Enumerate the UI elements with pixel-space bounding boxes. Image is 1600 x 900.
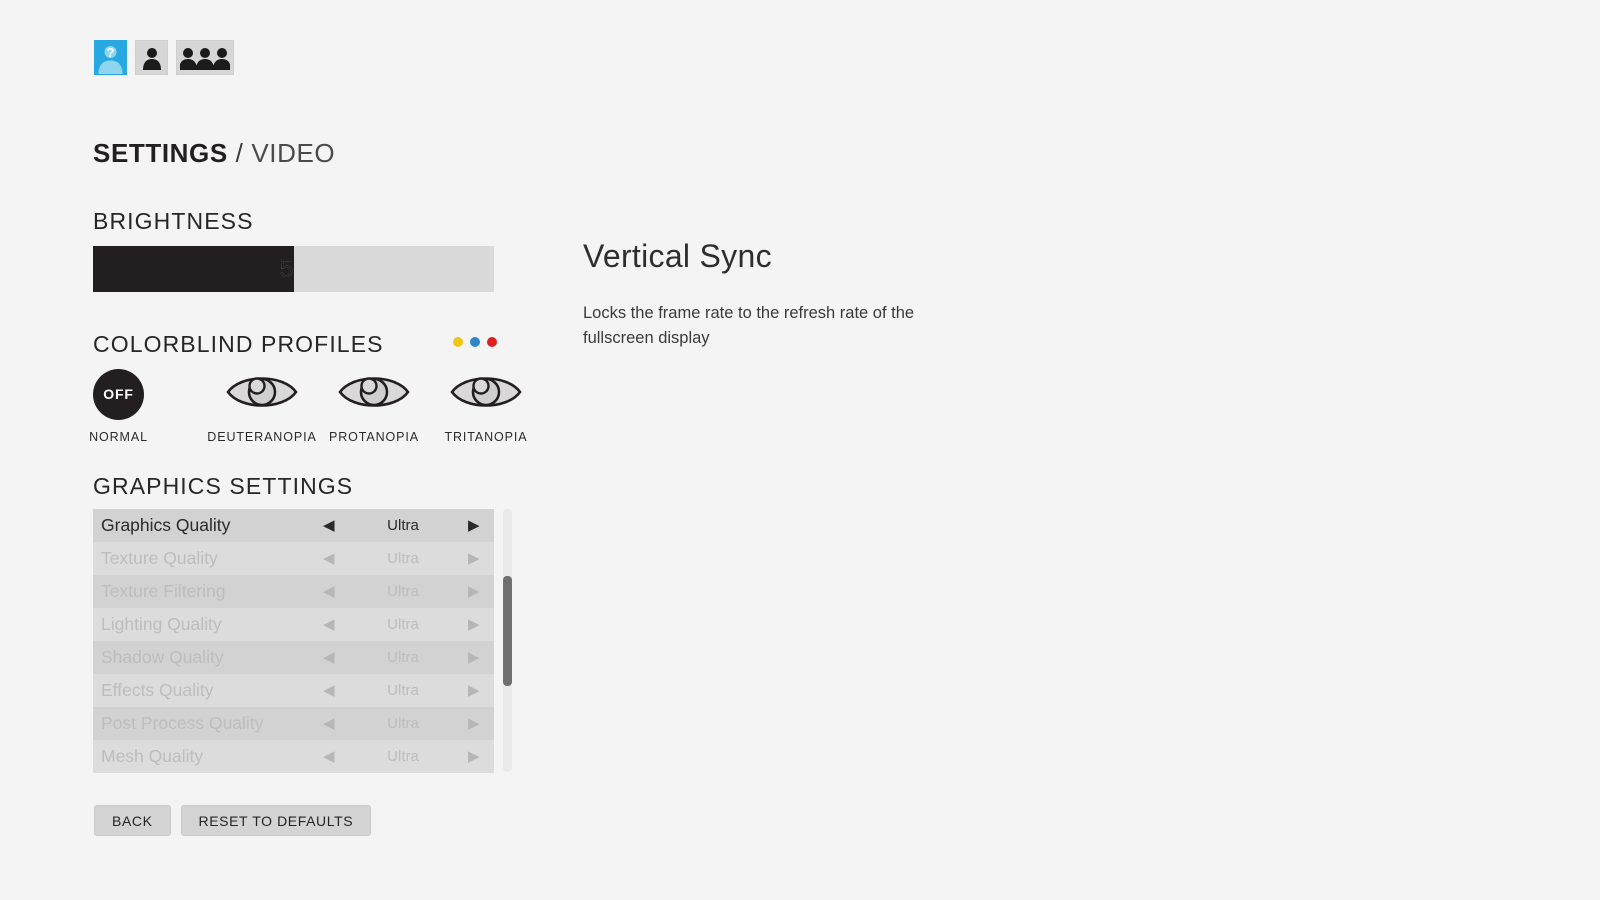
prev-value-arrow-icon[interactable]: ◀ [323, 683, 335, 698]
next-value-arrow-icon[interactable]: ▶ [468, 617, 480, 632]
graphics-list-scrollbar[interactable] [503, 509, 512, 772]
profile-tile-multiplayer[interactable] [176, 40, 234, 75]
brightness-value-dark: 50 [279, 254, 294, 283]
next-value-arrow-icon[interactable]: ▶ [468, 749, 480, 764]
eye-icon [337, 370, 411, 419]
setting-label: Texture Filtering [101, 581, 226, 601]
setting-value: Ultra [387, 715, 419, 732]
profile-tile-single-player[interactable] [135, 40, 168, 75]
colorblind-option-protanopia[interactable]: PROTANOPIA [318, 366, 430, 444]
reset-defaults-button[interactable]: RESET TO DEFAULTS [180, 805, 372, 836]
colorblind-label-normal: NORMAL [89, 430, 148, 444]
page-title-main: SETTINGS [93, 138, 228, 168]
graphics-list-scroll-thumb[interactable] [503, 576, 512, 686]
page-title-sub: VIDEO [251, 138, 336, 168]
person-icon [141, 46, 163, 70]
setting-value: Ultra [387, 550, 419, 567]
next-value-arrow-icon[interactable]: ▶ [468, 584, 480, 599]
dot-yellow-icon [453, 337, 463, 347]
off-circle-icon: OFF [93, 366, 144, 422]
people-group-icon [180, 46, 230, 70]
colorblind-label-deuteranopia: DEUTERANOPIA [207, 430, 317, 444]
setting-label: Lighting Quality [101, 614, 222, 634]
setting-value: Ultra [387, 682, 419, 699]
colorblind-heading: COLORBLIND PROFILES [93, 331, 384, 357]
colorblind-label-tritanopia: TRITANOPIA [444, 430, 528, 444]
settings-row[interactable]: Post Process Quality ◀ Ultra ▶ [93, 707, 494, 740]
settings-row[interactable]: Texture Filtering ◀ Ultra ▶ [93, 575, 494, 608]
colorblind-option-deuteranopia[interactable]: DEUTERANOPIA [206, 366, 318, 444]
detail-title: Vertical Sync [583, 238, 772, 274]
profile-bar: ? [94, 40, 234, 75]
svg-text:?: ? [107, 45, 115, 60]
graphics-settings-heading: GRAPHICS SETTINGS [93, 473, 354, 499]
colorblind-option-normal[interactable]: OFF NORMAL [89, 366, 147, 444]
brightness-value-clip: 50 [93, 246, 294, 292]
back-button[interactable]: BACK [94, 805, 171, 836]
graphics-settings-list: Graphics Quality ◀ Ultra ▶ Texture Quali… [93, 509, 494, 773]
prev-value-arrow-icon[interactable]: ◀ [323, 584, 335, 599]
settings-row[interactable]: Graphics Quality ◀ Ultra ▶ [93, 509, 494, 542]
next-value-arrow-icon[interactable]: ▶ [468, 551, 480, 566]
colorblind-option-tritanopia[interactable]: TRITANOPIA [430, 366, 542, 444]
settings-row[interactable]: Texture Quality ◀ Ultra ▶ [93, 542, 494, 575]
detail-description: Locks the frame rate to the refresh rate… [583, 304, 915, 347]
setting-label: Effects Quality [101, 680, 214, 700]
settings-row[interactable]: Lighting Quality ◀ Ultra ▶ [93, 608, 494, 641]
next-value-arrow-icon[interactable]: ▶ [468, 716, 480, 731]
brightness-heading: BRIGHTNESS [93, 208, 254, 234]
next-value-arrow-icon[interactable]: ▶ [468, 518, 480, 533]
prev-value-arrow-icon[interactable]: ◀ [323, 518, 335, 533]
setting-label: Texture Quality [101, 548, 218, 568]
setting-label: Mesh Quality [101, 746, 204, 766]
page-title: SETTINGS / VIDEO [93, 138, 335, 169]
profile-tile-player-help[interactable]: ? [94, 40, 127, 75]
button-row: BACK RESET TO DEFAULTS [94, 805, 372, 836]
dot-red-icon [487, 337, 497, 347]
prev-value-arrow-icon[interactable]: ◀ [323, 650, 335, 665]
eye-icon [225, 370, 299, 419]
settings-row[interactable]: Mesh Quality ◀ Ultra ▶ [93, 740, 494, 773]
page-title-separator: / [227, 138, 252, 168]
settings-row[interactable]: Shadow Quality ◀ Ultra ▶ [93, 641, 494, 674]
brightness-slider[interactable]: 50 50 [93, 246, 494, 292]
next-value-arrow-icon[interactable]: ▶ [468, 650, 480, 665]
next-value-arrow-icon[interactable]: ▶ [468, 683, 480, 698]
prev-value-arrow-icon[interactable]: ◀ [323, 749, 335, 764]
eye-icon [449, 370, 523, 419]
settings-row[interactable]: Effects Quality ◀ Ultra ▶ [93, 674, 494, 707]
prev-value-arrow-icon[interactable]: ◀ [323, 551, 335, 566]
colorblind-dot-indicators [453, 337, 497, 347]
setting-value: Ultra [387, 583, 419, 600]
setting-value: Ultra [387, 649, 419, 666]
prev-value-arrow-icon[interactable]: ◀ [323, 716, 335, 731]
detail-panel: Vertical Sync Locks the frame rate to th… [583, 238, 1013, 351]
colorblind-profiles: OFF NORMAL DEUTERANOPIA PROTANOPIA TRITA… [89, 366, 542, 444]
setting-value: Ultra [387, 748, 419, 765]
person-question-icon: ? [95, 41, 126, 74]
setting-label: Shadow Quality [101, 647, 224, 667]
colorblind-label-protanopia: PROTANOPIA [328, 430, 420, 444]
dot-blue-icon [470, 337, 480, 347]
prev-value-arrow-icon[interactable]: ◀ [323, 617, 335, 632]
setting-value: Ultra [387, 517, 419, 534]
setting-value: Ultra [387, 616, 419, 633]
setting-label: Graphics Quality [101, 515, 231, 535]
setting-label: Post Process Quality [101, 713, 264, 733]
off-badge-label: OFF [93, 368, 144, 420]
